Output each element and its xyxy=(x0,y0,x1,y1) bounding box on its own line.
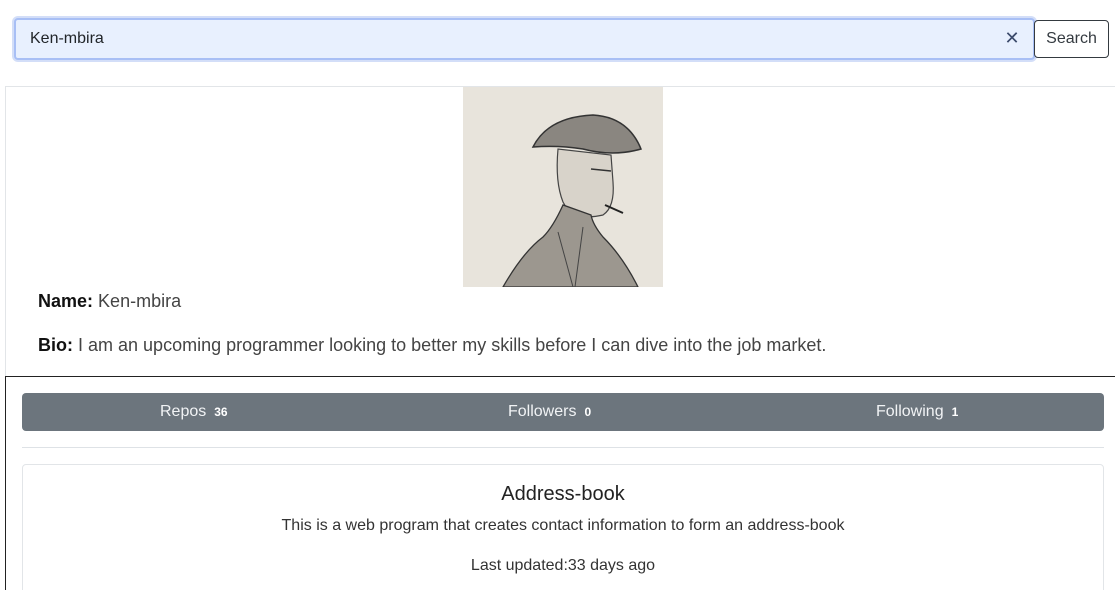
stat-count: 1 xyxy=(951,405,959,419)
details-section: Repos 36 Followers 0 Following 1 Address-bo… xyxy=(5,376,1115,590)
avatar xyxy=(463,87,663,287)
repo-card: Address-book This is a web program that … xyxy=(22,464,1104,590)
stat-repos[interactable]: Repos 36 xyxy=(160,393,228,431)
stat-count: 36 xyxy=(214,405,228,419)
search-bar: ✕ Search xyxy=(14,18,1110,60)
name-label: Name: xyxy=(38,291,94,311)
stat-label: Repos xyxy=(160,403,207,420)
stat-following[interactable]: Following 1 xyxy=(876,393,958,431)
search-button[interactable]: Search xyxy=(1034,20,1109,58)
stat-followers[interactable]: Followers 0 xyxy=(508,393,591,431)
profile-card: Name: Ken-mbira Bio: I am an upcoming pr… xyxy=(5,86,1115,378)
close-icon[interactable]: ✕ xyxy=(1003,30,1021,48)
bio-label: Bio: xyxy=(38,335,73,355)
search-input[interactable] xyxy=(16,20,1033,58)
repo-name[interactable]: Address-book xyxy=(23,483,1103,506)
stat-count: 0 xyxy=(584,405,592,419)
stat-label: Following xyxy=(876,403,944,420)
repo-updated: Last updated:33 days ago xyxy=(470,557,656,574)
profile-name: Name: Ken-mbira xyxy=(38,291,181,312)
repo-description: This is a web program that creates conta… xyxy=(281,517,845,534)
bio-value: I am an upcoming programmer looking to b… xyxy=(78,335,827,355)
stats-bar: Repos 36 Followers 0 Following 1 xyxy=(22,393,1104,431)
name-value: Ken-mbira xyxy=(98,291,182,311)
avatar-sketch-image xyxy=(463,87,663,287)
divider xyxy=(22,447,1104,448)
search-input-wrap: ✕ xyxy=(14,18,1035,60)
profile-bio: Bio: I am an upcoming programmer looking… xyxy=(38,335,826,356)
stat-label: Followers xyxy=(508,403,577,420)
